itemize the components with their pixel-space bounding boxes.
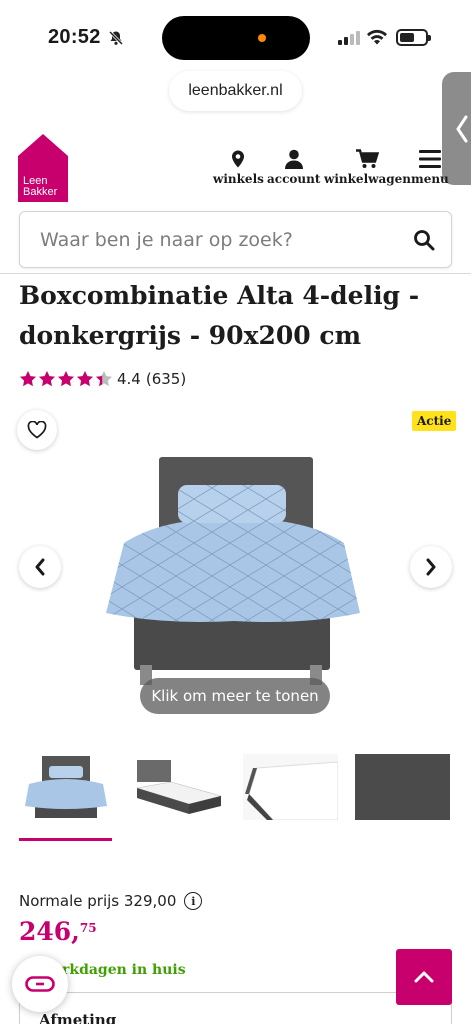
thumbnail-strip xyxy=(0,754,471,844)
search-field[interactable]: Waar ben je naar op zoek? xyxy=(19,211,452,268)
bell-muted-icon xyxy=(108,30,124,46)
gallery-next-button[interactable] xyxy=(410,546,452,588)
nav-winkelwagen-label: winkelwagen xyxy=(324,172,411,186)
star-icon xyxy=(77,371,93,387)
delivery-info: rkdagen in huis xyxy=(62,962,186,978)
cellular-signal-icon xyxy=(338,31,360,45)
header-divider xyxy=(0,273,471,274)
rating-count: (635) xyxy=(145,370,187,388)
rating-stars xyxy=(19,370,113,388)
star-icon xyxy=(20,371,36,387)
sale-price-cents: 75 xyxy=(79,921,97,935)
star-icon xyxy=(58,371,74,387)
nav-menu[interactable]: menu xyxy=(411,146,449,186)
product-title: Boxcombinatie Alta 4-delig - donkergrijs… xyxy=(19,281,420,350)
sale-price: 246,75 xyxy=(19,917,97,946)
status-bar: 20:52 xyxy=(0,0,471,70)
browser-url-bar[interactable]: leenbakker.nl xyxy=(169,71,302,111)
nav-account[interactable]: account xyxy=(267,146,320,186)
gallery-prev-button[interactable] xyxy=(19,546,61,588)
location-pin-icon xyxy=(232,150,245,168)
search-placeholder: Waar ben je naar op zoek? xyxy=(40,229,293,251)
gallery-more-button[interactable]: Klik om meer te tonen xyxy=(140,678,330,714)
chevron-right-icon xyxy=(426,558,436,576)
logo-line2: Bakker xyxy=(23,186,58,198)
nav-account-label: account xyxy=(267,172,321,186)
battery-icon xyxy=(396,29,431,46)
thumbnail-3[interactable] xyxy=(243,754,338,820)
chat-button[interactable] xyxy=(12,956,68,1012)
thumbnail-4[interactable] xyxy=(355,754,450,820)
chevron-left-icon xyxy=(456,115,468,142)
thumbnail-1[interactable] xyxy=(19,754,114,820)
info-icon[interactable]: i xyxy=(184,892,203,910)
cart-icon xyxy=(356,149,380,168)
back-to-top-button[interactable] xyxy=(396,949,452,1005)
star-icon xyxy=(96,371,112,387)
sale-price-main: 246, xyxy=(19,917,80,946)
dynamic-island xyxy=(162,16,310,60)
nav-menu-label: menu xyxy=(411,172,449,186)
heart-icon xyxy=(27,421,47,439)
chevron-up-icon xyxy=(414,971,434,983)
thumbnail-2[interactable] xyxy=(131,754,226,820)
hamburger-icon xyxy=(418,150,441,168)
product-rating[interactable]: 4.4 (635) xyxy=(19,370,186,388)
wifi-icon xyxy=(367,29,387,45)
nav-winkels-label: winkels xyxy=(213,172,264,186)
regular-price: Normale prijs 329,00 i xyxy=(19,892,203,910)
user-icon xyxy=(284,149,303,169)
chat-icon xyxy=(25,976,55,992)
status-time: 20:52 xyxy=(48,26,101,48)
rating-value: 4.4 xyxy=(117,370,141,388)
star-icon xyxy=(39,371,55,387)
product-main-image[interactable] xyxy=(104,455,364,690)
chevron-left-icon xyxy=(35,558,45,576)
search-icon[interactable] xyxy=(413,229,435,251)
size-label: Afmeting xyxy=(39,1011,117,1024)
wishlist-button[interactable] xyxy=(17,410,57,450)
thumbnail-active-indicator xyxy=(19,838,112,841)
nav-winkelwagen[interactable]: winkelwagen xyxy=(324,146,411,186)
promo-badge: Actie xyxy=(412,411,457,431)
nav-winkels[interactable]: winkels xyxy=(213,146,264,186)
size-selector[interactable]: Afmeting xyxy=(19,992,452,1024)
leen-bakker-logo[interactable]: Leen Bakker xyxy=(18,134,68,202)
regular-price-label: Normale prijs 329,00 xyxy=(19,892,177,910)
